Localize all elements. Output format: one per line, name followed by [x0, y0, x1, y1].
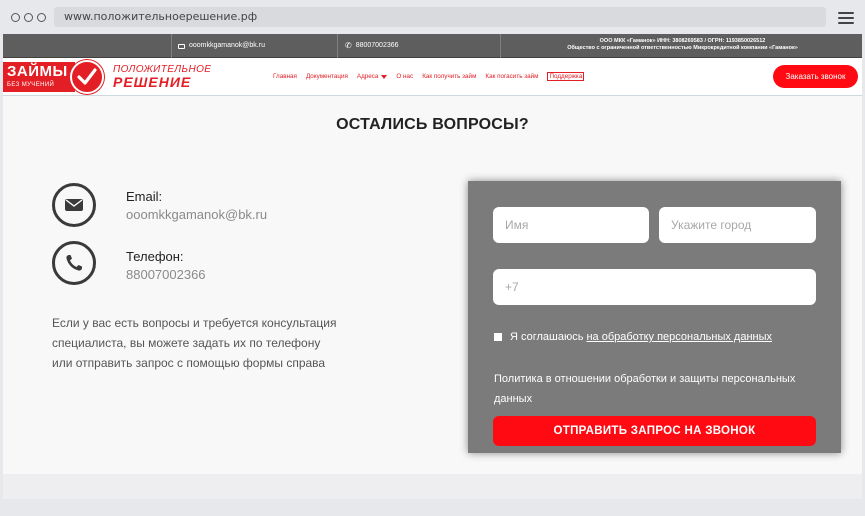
window-dot-icon[interactable]	[24, 13, 33, 22]
company-line-2: Общество с ограниченной ответственностью…	[567, 45, 798, 51]
envelope-icon	[178, 43, 185, 49]
nav-item-repay-loan[interactable]: Как погасить займ	[485, 72, 538, 81]
window-dot-icon[interactable]	[11, 13, 20, 22]
main-navigation: ЗАЙМЫ БЕЗ МУЧЕНИЙ ПОЛОЖИТЕЛЬНОЕ РЕШЕНИЕ …	[3, 58, 862, 96]
order-call-button[interactable]: Заказать звонок	[773, 65, 858, 88]
phone-icon: ✆	[345, 41, 352, 50]
email-value[interactable]: ooomkkgamanok@bk.ru	[126, 207, 267, 222]
consent-checkbox-row[interactable]: Я соглашаюсь на обработку персональных д…	[494, 331, 772, 343]
nav-item-home[interactable]: Главная	[273, 72, 297, 81]
logo-text[interactable]: ПОЛОЖИТЕЛЬНОЕ РЕШЕНИЕ	[113, 64, 211, 90]
name-input[interactable]: Имя	[493, 207, 649, 243]
nav-item-documentation[interactable]: Документация	[306, 72, 348, 81]
privacy-policy-link[interactable]: Политика в отношении обработки и защиты …	[494, 369, 814, 409]
logo-text-line-2: РЕШЕНИЕ	[113, 74, 192, 90]
submit-request-button[interactable]: ОТПРАВИТЬ ЗАПРОС НА ЗВОНОК	[493, 416, 816, 446]
phone-value[interactable]: 88007002366	[126, 267, 206, 282]
topbar-phone[interactable]: ✆ 88007002366	[345, 34, 399, 58]
phone-label: Телефон:	[126, 249, 184, 264]
logo-loans-subtitle: БЕЗ МУЧЕНИЙ	[7, 82, 55, 88]
logo-loans-title: ЗАЙМЫ	[7, 63, 68, 80]
divider	[337, 34, 338, 58]
page-footer-strip	[3, 474, 862, 499]
consent-checkbox[interactable]	[494, 333, 502, 341]
window-controls	[11, 13, 46, 22]
chevron-down-icon	[381, 74, 388, 79]
nav-item-about[interactable]: О нас	[396, 72, 413, 81]
contact-description: Если у вас есть вопросы и требуется конс…	[52, 313, 362, 373]
consent-link[interactable]: на обработку персональных данных	[586, 331, 772, 343]
checkmark-icon	[70, 60, 104, 94]
nav-item-support[interactable]: Поддержка	[547, 72, 585, 81]
company-info: ООО МКК «Гаманок» ИНН: 3808269583 / ОГРН…	[503, 38, 862, 52]
consent-text: Я соглашаюсь	[510, 331, 584, 343]
divider	[500, 34, 501, 58]
window-dot-icon[interactable]	[37, 13, 46, 22]
logo-loans-badge[interactable]: ЗАЙМЫ БЕЗ МУЧЕНИЙ	[3, 62, 75, 92]
nav-item-addresses-label: Адреса	[356, 73, 379, 80]
topbar-email[interactable]: ooomkkgamanok@bk.ru	[178, 34, 265, 58]
email-label: Email:	[126, 189, 163, 204]
phone-input[interactable]: +7	[493, 269, 816, 305]
page-title: ОСТАЛИСЬ ВОПРОСЫ?	[336, 116, 529, 133]
description-line: специалиста, вы можете задать их по теле…	[52, 336, 321, 350]
top-info-bar: ooomkkgamanok@bk.ru ✆ 88007002366 ООО МК…	[3, 34, 862, 58]
nav-item-addresses[interactable]: Адреса	[357, 72, 388, 81]
address-bar[interactable]: www.положительноерешение.рф	[54, 7, 826, 27]
envelope-icon	[52, 183, 96, 227]
company-line-1: ООО МКК «Гаманок» ИНН: 3808269583 / ОГРН…	[599, 38, 766, 44]
topbar-phone-text: 88007002366	[355, 42, 399, 49]
description-line: или отправить запрос с помощью формы спр…	[52, 356, 326, 370]
callback-form: Имя Укажите город +7 Я соглашаюсь на обр…	[468, 181, 841, 453]
page-viewport: ooomkkgamanok@bk.ru ✆ 88007002366 ООО МК…	[3, 34, 862, 499]
nav-menu: Главная Документация Адреса О нас Как по…	[273, 72, 585, 81]
phone-icon	[52, 241, 96, 285]
topbar-email-text: ooomkkgamanok@bk.ru	[189, 42, 265, 49]
description-line: Если у вас есть вопросы и требуется конс…	[52, 316, 337, 330]
hamburger-menu-icon[interactable]	[838, 12, 854, 24]
divider	[171, 34, 172, 58]
nav-item-get-loan[interactable]: Как получить займ	[422, 72, 476, 81]
city-input[interactable]: Укажите город	[659, 207, 816, 243]
browser-toolbar: www.положительноерешение.рф	[0, 0, 865, 34]
